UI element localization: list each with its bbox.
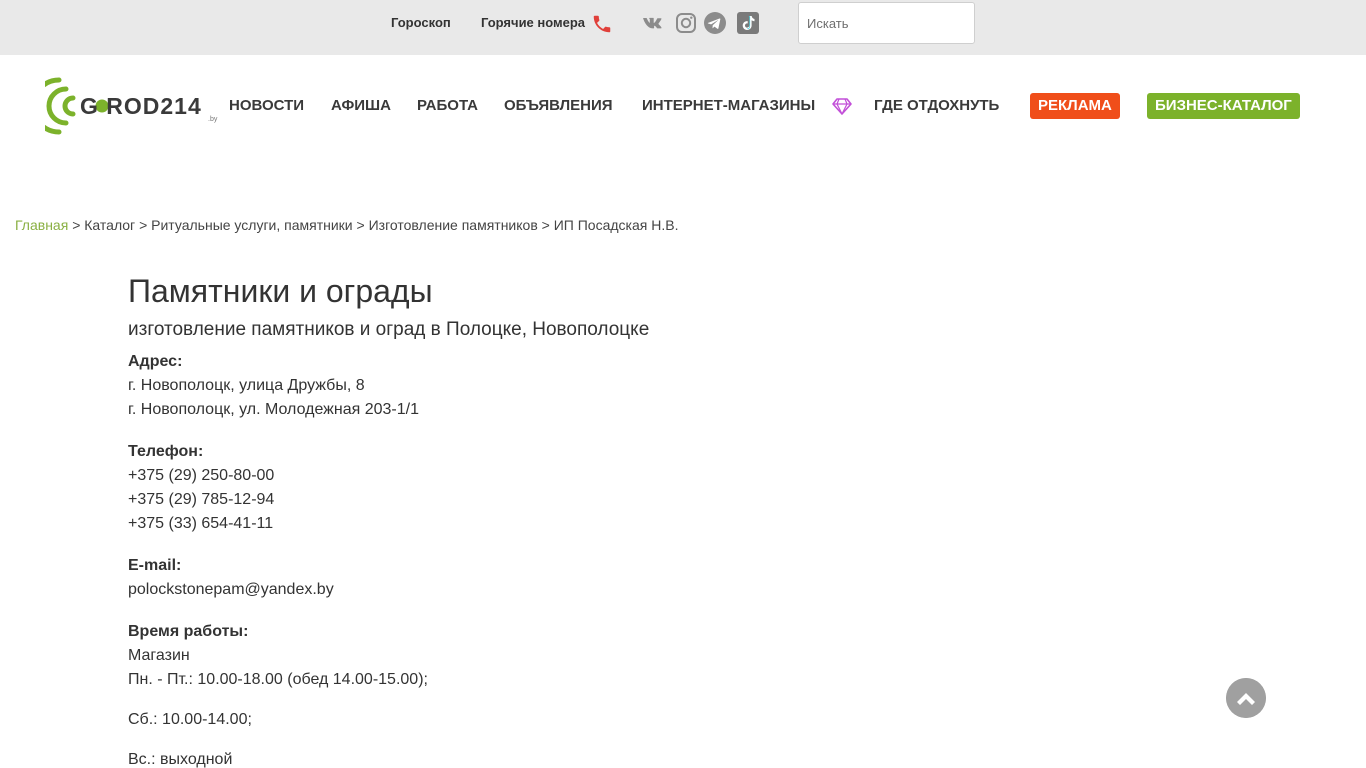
page-title: Памятники и ограды (128, 273, 433, 309)
gem-icon (832, 98, 852, 115)
top-bar: Гороскоп Горячие номера (0, 0, 1366, 55)
address-line: г. Новополоцк, улица Дружбы, 8 (128, 377, 365, 394)
hot-numbers-link[interactable]: Горячие номера (481, 15, 585, 30)
phone-number[interactable]: +375 (29) 785-12-94 (128, 491, 274, 509)
nav-business-catalog-button[interactable]: БИЗНЕС-КАТАЛОГ (1147, 93, 1300, 119)
address-label: Адрес: (128, 353, 183, 370)
scroll-to-top-button[interactable] (1226, 678, 1266, 718)
breadcrumb-catalog[interactable]: Каталог (84, 217, 135, 233)
nav-work[interactable]: РАБОТА (417, 97, 478, 114)
logo-text: G ROD214 (80, 93, 202, 119)
logo-suffix: .by (208, 116, 218, 123)
breadcrumb-separator: > (72, 217, 81, 233)
phone-number[interactable]: +375 (29) 250-80-00 (128, 467, 274, 485)
breadcrumb-current: ИП Посадская Н.В. (553, 217, 679, 233)
nav-advertising-button[interactable]: РЕКЛАМА (1030, 93, 1120, 119)
breadcrumb: Главная > Каталог > Ритуальные услуги, п… (15, 217, 678, 233)
breadcrumb-separator: > (139, 217, 148, 233)
breadcrumb-monuments[interactable]: Изготовление памятников (369, 217, 538, 233)
nav-afisha[interactable]: АФИША (331, 97, 391, 114)
tiktok-icon[interactable] (736, 11, 760, 35)
breadcrumb-separator: > (356, 217, 365, 233)
search-input[interactable] (798, 2, 975, 44)
phone-icon[interactable] (591, 13, 613, 35)
phone-label: Телефон: (128, 443, 204, 460)
breadcrumb-ritual-services[interactable]: Ритуальные услуги, памятники (151, 217, 353, 233)
hours-line: Сб.: 10.00-14.00; (128, 711, 252, 728)
nav-where-to-rest[interactable]: ГДЕ ОТДОХНУТЬ (874, 97, 999, 114)
nav-online-shops[interactable]: ИНТЕРНЕТ-МАГАЗИНЫ (642, 97, 815, 114)
hours-label: Время работы: (128, 623, 249, 640)
hours-line: Вс.: выходной (128, 751, 233, 768)
page-subtitle: изготовление памятников и оград в Полоцк… (128, 319, 650, 340)
telegram-icon[interactable] (703, 11, 727, 35)
hours-line: Магазин (128, 647, 190, 664)
nav-classifieds[interactable]: ОБЪЯВЛЕНИЯ (504, 97, 613, 114)
instagram-icon[interactable] (674, 11, 698, 35)
horoscope-link[interactable]: Гороскоп (391, 15, 451, 30)
email-label: E-mail: (128, 557, 182, 574)
breadcrumb-home[interactable]: Главная (15, 217, 68, 233)
address-line: г. Новополоцк, ул. Молодежная 203-1/1 (128, 401, 419, 418)
phone-number[interactable]: +375 (33) 654-41-11 (128, 515, 273, 533)
breadcrumb-separator: > (541, 217, 550, 233)
email-link[interactable]: polockstonepam@yandex.by (128, 581, 334, 599)
nav-news[interactable]: НОВОСТИ (229, 97, 304, 114)
vk-icon[interactable] (641, 11, 665, 35)
hours-line: Пн. - Пт.: 10.00-18.00 (обед 14.00-15.00… (128, 671, 428, 688)
